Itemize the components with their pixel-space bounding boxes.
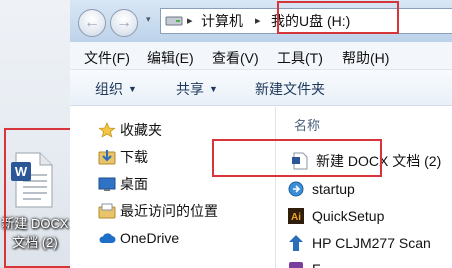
word-document-icon: W	[11, 152, 53, 208]
computer-drive-icon	[165, 16, 183, 26]
nav-label-favorites: 收藏夹	[120, 122, 162, 138]
desktop-file-label-line1: 新建 DOCX	[1, 216, 69, 231]
ai-icon: Ai	[288, 208, 304, 224]
forward-arrow-icon: →	[116, 14, 132, 31]
desktop-area: W 新建 DOCX 文档 (2)	[0, 0, 70, 268]
explorer-window: ← → ▾ ▸ 计算机 ▸ 我的U盘 (H:) 文件(F) 编辑(E) 查看(V…	[70, 0, 452, 268]
file-name: 新建 DOCX 文档 (2)	[316, 153, 442, 169]
address-bar[interactable]: ▸ 计算机 ▸ 我的U盘 (H:)	[160, 8, 452, 34]
back-button[interactable]: ←	[78, 9, 106, 37]
file-list: 名称 新建 DOCX 文档 (2) startup Ai QuickSetup	[277, 107, 452, 268]
share-label: 共享	[176, 81, 204, 97]
generic-file-icon	[289, 262, 303, 268]
recent-places-icon	[98, 203, 116, 219]
recent-pages-dropdown-icon[interactable]: ▾	[146, 14, 151, 25]
menu-edit[interactable]: 编辑(E)	[147, 48, 194, 68]
command-toolbar: 组织 ▼ 共享 ▼ 新建文件夹	[70, 70, 452, 106]
organize-button[interactable]: 组织 ▼	[95, 79, 137, 99]
menu-help[interactable]: 帮助(H)	[342, 48, 389, 68]
file-name: QuickSetup	[312, 208, 385, 224]
hp-arrow-icon	[289, 235, 303, 251]
window-chrome: ← → ▾ ▸ 计算机 ▸ 我的U盘 (H:)	[70, 0, 452, 42]
new-folder-button[interactable]: 新建文件夹	[255, 79, 325, 99]
share-button[interactable]: 共享 ▼	[176, 79, 218, 99]
nav-label-onedrive: OneDrive	[120, 230, 180, 246]
menu-view[interactable]: 查看(V)	[212, 48, 259, 68]
desktop-file-label: 新建 DOCX 文档 (2)	[0, 214, 76, 252]
breadcrumb-separator[interactable]: ▸	[255, 9, 261, 33]
desktop-file-label-line2: 文档 (2)	[12, 235, 58, 250]
nav-label-recent-places: 最近访问的位置	[120, 203, 218, 219]
menu-tools[interactable]: 工具(T)	[277, 48, 323, 68]
svg-text:Ai: Ai	[291, 212, 301, 223]
organize-label: 组织	[95, 81, 123, 97]
navigation-pane: 收藏夹 下载 桌面 最近访问的位置 OneDrive	[70, 107, 276, 268]
cloud-icon	[99, 233, 116, 243]
menu-bar: 文件(F) 编辑(E) 查看(V) 工具(T) 帮助(H)	[70, 42, 452, 70]
nav-label-downloads: 下载	[120, 149, 148, 165]
forward-button[interactable]: →	[110, 9, 138, 37]
nav-label-desktop: 桌面	[120, 176, 148, 192]
column-header-name[interactable]: 名称	[294, 115, 320, 134]
word-letter: W	[15, 164, 28, 179]
breadcrumb-computer[interactable]: 计算机	[201, 9, 243, 33]
dropdown-caret-icon: ▼	[209, 84, 218, 94]
document-icon	[292, 152, 308, 170]
menu-file[interactable]: 文件(F)	[84, 48, 130, 68]
breadcrumb-separator[interactable]: ▸	[187, 9, 193, 33]
file-name: HP CLJM277 Scan	[312, 235, 431, 251]
back-arrow-icon: ←	[84, 14, 100, 31]
dropdown-caret-icon: ▼	[128, 84, 137, 94]
downloads-icon	[98, 150, 116, 165]
file-name: F	[312, 257, 321, 268]
breadcrumb-drive[interactable]: 我的U盘 (H:)	[271, 9, 350, 33]
file-name: startup	[312, 181, 355, 197]
startup-icon	[288, 181, 304, 197]
desktop-icon	[98, 177, 116, 191]
star-icon	[98, 122, 116, 138]
